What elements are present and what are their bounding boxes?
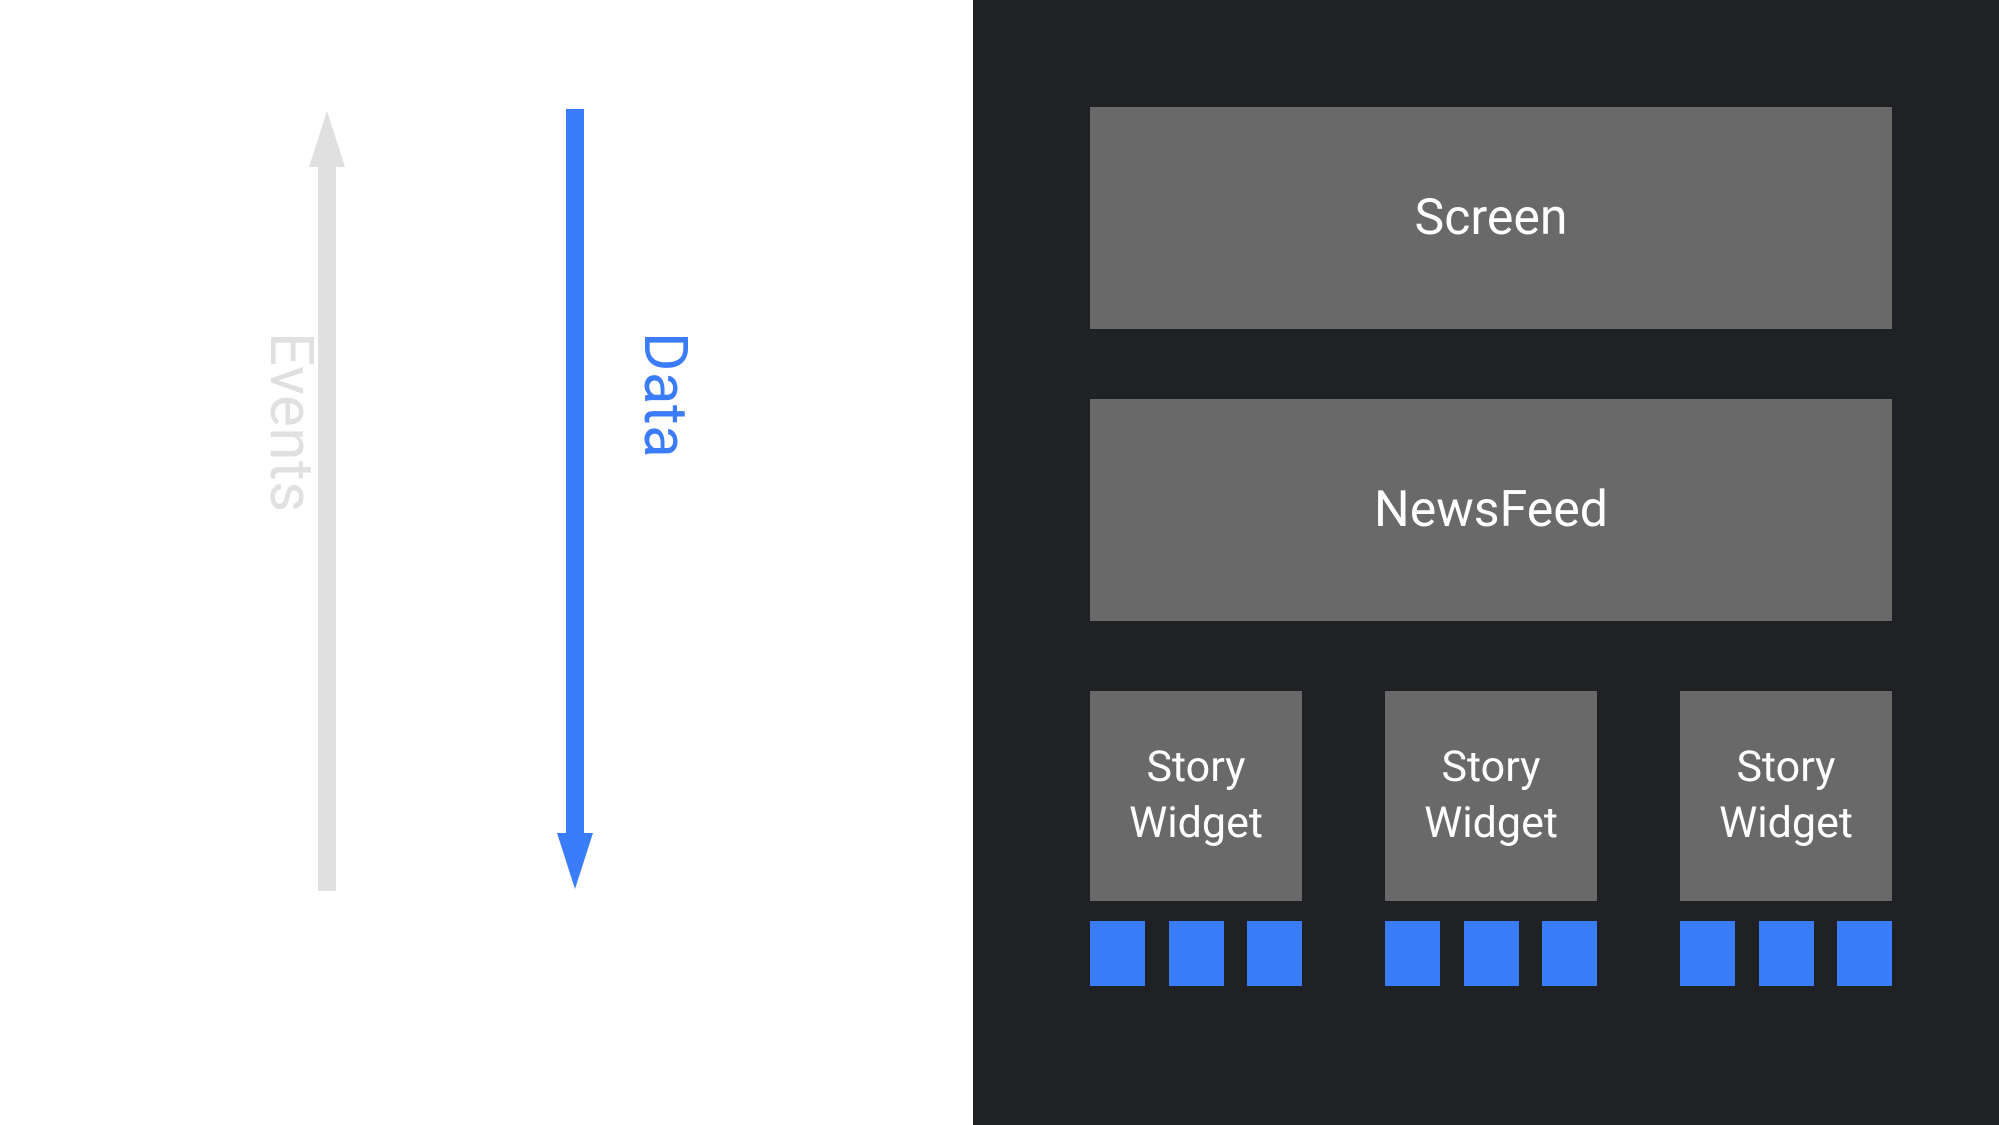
blue-bar-group (1090, 921, 1302, 986)
blue-bar (1247, 921, 1302, 986)
blue-bar-group (1680, 921, 1892, 986)
story-widget: StoryWidget (1090, 691, 1302, 901)
left-panel: Events Data (0, 0, 973, 1125)
story-widget: StoryWidget (1680, 691, 1892, 901)
story-widget-label: StoryWidget (1424, 740, 1558, 852)
data-label: Data (630, 332, 701, 458)
newsfeed-box: NewsFeed (1090, 399, 1892, 621)
blue-bar (1090, 921, 1145, 986)
blue-bar (1680, 921, 1735, 986)
screen-label: Screen (1415, 189, 1568, 247)
events-label: Events (256, 332, 327, 513)
blue-bar (1169, 921, 1224, 986)
screen-box: Screen (1090, 107, 1892, 329)
story-widget-label: StoryWidget (1129, 740, 1263, 852)
story-widget: StoryWidget (1385, 691, 1597, 901)
story-widgets-row: StoryWidget StoryWidget StoryWidget (1090, 691, 1892, 901)
blue-bar (1759, 921, 1814, 986)
newsfeed-label: NewsFeed (1374, 481, 1608, 539)
blue-bars-row (1090, 921, 1892, 986)
right-panel: Screen NewsFeed StoryWidget StoryWidget … (973, 0, 1999, 1125)
data-arrow-down-icon (557, 109, 593, 889)
blue-bar (1542, 921, 1597, 986)
blue-bar-group (1385, 921, 1597, 986)
blue-bar (1464, 921, 1519, 986)
blue-bar (1837, 921, 1892, 986)
story-widget-label: StoryWidget (1719, 740, 1853, 852)
diagram-container: Events Data Screen NewsFeed StoryWidget … (0, 0, 1999, 1125)
blue-bar (1385, 921, 1440, 986)
